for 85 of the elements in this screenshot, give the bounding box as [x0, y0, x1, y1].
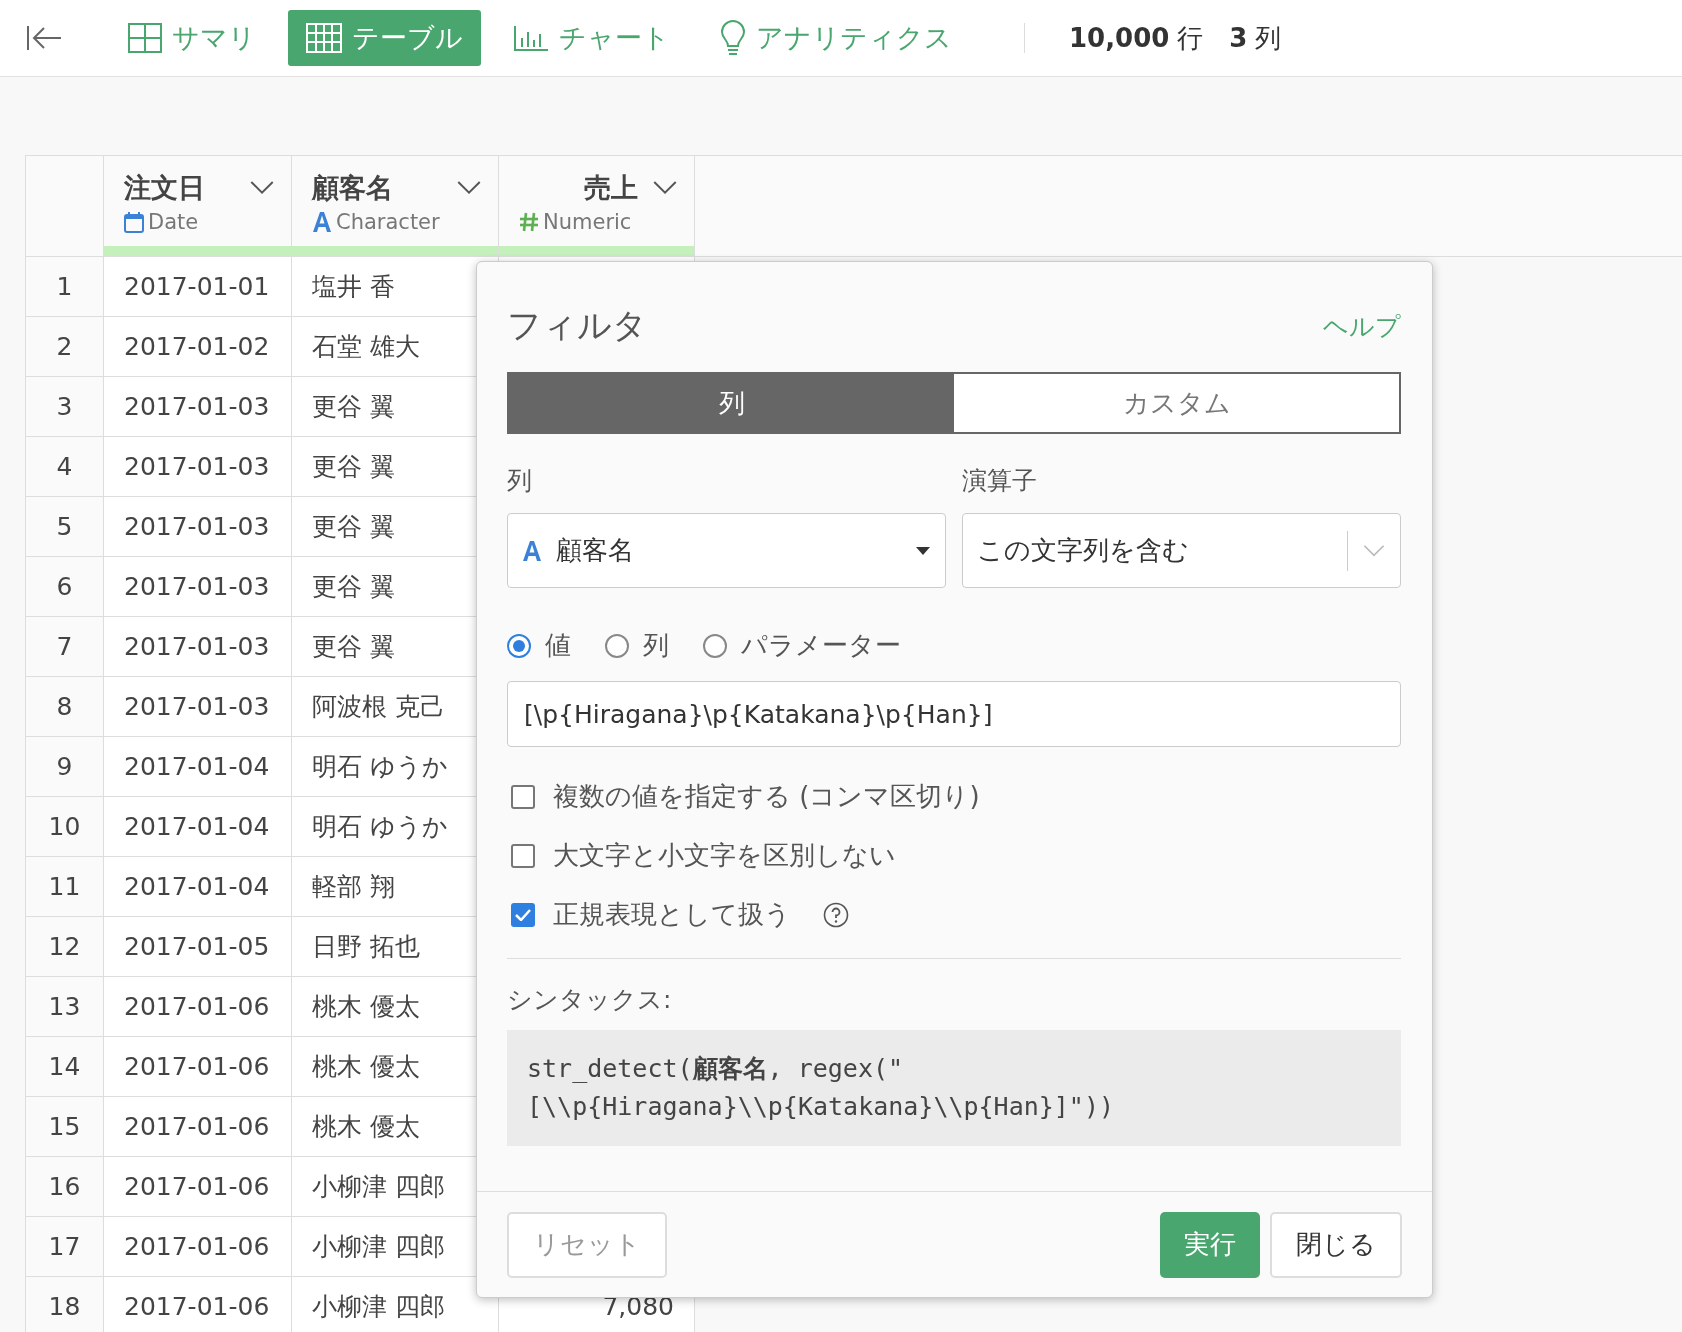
table-cell: 2017-01-06 [104, 1157, 292, 1217]
dialog-title: フィルタ [507, 304, 647, 347]
row-number: 2 [26, 317, 104, 377]
close-button[interactable]: 閉じる [1270, 1211, 1402, 1278]
row-count: 10,000 [1069, 22, 1170, 53]
row-unit: 行 [1177, 21, 1204, 55]
checkbox[interactable] [511, 784, 535, 809]
caret-icon [915, 545, 931, 556]
row-number: 5 [26, 497, 104, 557]
letter-a-icon [522, 539, 542, 562]
table-cell: 2017-01-03 [104, 677, 292, 737]
column-type: Date [148, 210, 199, 234]
table-cell: 2017-01-06 [104, 1277, 292, 1332]
radio-button[interactable] [703, 633, 727, 658]
chevron-down-icon[interactable] [456, 180, 482, 196]
chevron-down-icon[interactable] [652, 180, 678, 196]
table-cell: 2017-01-05 [104, 917, 292, 977]
checkbox[interactable] [511, 843, 535, 868]
letter-a-icon [312, 211, 332, 233]
checkbox-option[interactable]: 大文字と小文字を区別しない [507, 838, 1401, 873]
column-unit: 列 [1255, 21, 1282, 55]
table-cell: 2017-01-06 [104, 1097, 292, 1157]
row-number: 3 [26, 377, 104, 437]
table-cell: 2017-01-06 [104, 977, 292, 1037]
table-cell: 2017-01-02 [104, 317, 292, 377]
back-arrow-icon [26, 24, 62, 52]
hash-icon [519, 212, 539, 232]
value-input[interactable]: [\p{Hiragana}\p{Katakana}\p{Han}] [507, 681, 1401, 747]
column-name: 売上 [584, 171, 638, 205]
table-cell: 2017-01-03 [104, 437, 292, 497]
table-cell: 2017-01-04 [104, 857, 292, 917]
filter-tab[interactable]: 列 [509, 374, 954, 432]
row-number: 15 [26, 1097, 104, 1157]
radio-option[interactable]: パラメーター [703, 628, 901, 663]
row-number: 1 [26, 257, 104, 317]
row-number: 6 [26, 557, 104, 617]
calendar-icon [124, 211, 144, 233]
column-count: 3 [1229, 22, 1248, 53]
checkbox-option[interactable]: 複数の値を指定する (コンマ区切り) [507, 779, 1401, 814]
row-number: 13 [26, 977, 104, 1037]
checkmark-icon [515, 908, 531, 921]
row-number: 9 [26, 737, 104, 797]
operator-select[interactable]: この文字列を含む [962, 513, 1401, 588]
syntax-label: シンタックス: [507, 984, 673, 1016]
chevron-down-icon[interactable] [249, 180, 275, 196]
row-number: 12 [26, 917, 104, 977]
column-type: Numeric [543, 210, 632, 234]
lightbulb-icon [720, 20, 746, 56]
help-icon[interactable] [823, 901, 849, 928]
column-type: Character [336, 210, 440, 234]
row-number: 14 [26, 1037, 104, 1097]
field-label: 列 [507, 465, 533, 497]
radio-button[interactable] [507, 633, 531, 658]
table-cell: 2017-01-04 [104, 797, 292, 857]
table-cell: 2017-01-06 [104, 1217, 292, 1277]
chevron-down-icon [1362, 543, 1386, 558]
field-label: 演算子 [962, 465, 1038, 497]
table-cell: 2017-01-06 [104, 1037, 292, 1097]
table-cell: 2017-01-01 [104, 257, 292, 317]
bar-chart-icon [513, 24, 549, 52]
table-cell: 2017-01-04 [104, 737, 292, 797]
row-number: 10 [26, 797, 104, 857]
table-cell: 小柳津 四郎 [292, 1277, 499, 1332]
radio-button[interactable] [605, 633, 629, 658]
column-name: 注文日 [124, 171, 205, 205]
row-number: 17 [26, 1217, 104, 1277]
table-icon [306, 23, 342, 53]
column-select[interactable]: 顧客名 [507, 513, 946, 588]
row-number: 16 [26, 1157, 104, 1217]
column-name: 顧客名 [312, 171, 393, 205]
checkbox[interactable] [511, 902, 535, 927]
grid-icon [128, 23, 162, 53]
table-cell: 2017-01-03 [104, 497, 292, 557]
row-number: 7 [26, 617, 104, 677]
row-number: 11 [26, 857, 104, 917]
syntax-code: str_detect(顧客名, regex(" [\\p{Hiragana}\\p{Katakana}\\p{Han}]")) [507, 1030, 1401, 1146]
filter-tab[interactable]: カスタム [954, 374, 1399, 432]
row-number: 4 [26, 437, 104, 497]
table-cell: 2017-01-03 [104, 617, 292, 677]
table-cell: 2017-01-03 [104, 557, 292, 617]
radio-option[interactable]: 列 [605, 628, 669, 663]
radio-option[interactable]: 値 [507, 628, 571, 663]
table-cell: 2017-01-03 [104, 377, 292, 437]
row-number: 8 [26, 677, 104, 737]
checkbox-option[interactable]: 正規表現として扱う [507, 897, 1401, 932]
